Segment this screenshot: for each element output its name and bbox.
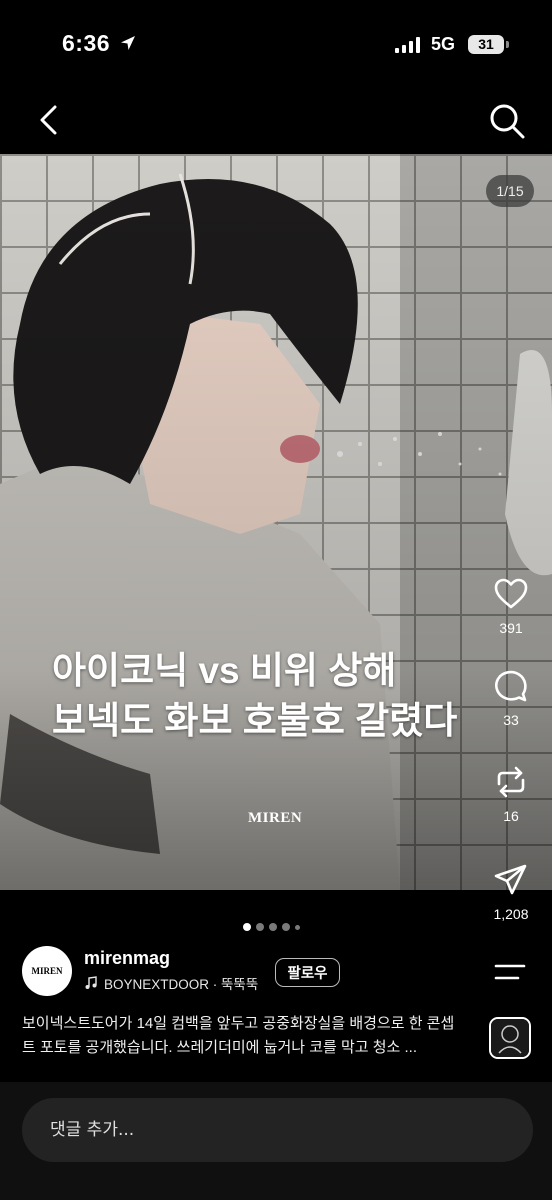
music-note-icon <box>85 976 97 989</box>
comment-button[interactable]: 33 <box>488 668 534 728</box>
post-headline: 아이코닉 vs 비위 상해 보넥도 화보 호불호 갈렸다 <box>52 646 457 746</box>
follow-button[interactable]: 팔로우 <box>275 958 340 987</box>
photo-scene <box>0 154 552 890</box>
like-button[interactable]: 391 <box>488 576 534 636</box>
location-arrow-icon <box>121 36 135 50</box>
comment-count: 33 <box>503 712 519 728</box>
music-title: BOYNEXTDOOR · 뚝뚝뚝 <box>104 977 259 992</box>
headline-line-2: 보넥도 화보 호불호 갈렸다 <box>52 700 458 741</box>
battery-tip <box>506 41 509 48</box>
comment-bubble-icon <box>495 670 527 702</box>
author-username[interactable]: mirenmag <box>84 948 170 969</box>
carousel-dot <box>269 923 277 931</box>
repost-button[interactable]: 16 <box>488 764 534 824</box>
cellular-signal-icon <box>395 37 420 53</box>
post-photo[interactable] <box>0 154 552 890</box>
more-menu-icon[interactable] <box>494 963 526 983</box>
photo-watermark: MIREN <box>248 810 303 826</box>
carousel-dot <box>256 923 264 931</box>
music-attribution[interactable]: BOYNEXTDOOR · 뚝뚝뚝 <box>84 973 258 993</box>
image-counter-badge: 1/15 <box>486 175 534 207</box>
like-count: 391 <box>499 620 523 636</box>
carousel-dot <box>243 923 251 931</box>
search-icon <box>490 104 525 139</box>
share-button[interactable]: 1,208 <box>488 862 534 922</box>
chevron-left-icon <box>40 105 57 135</box>
author-avatar[interactable]: MIREN <box>22 946 72 996</box>
battery-indicator: 31 <box>468 35 504 54</box>
carousel-dot <box>282 923 290 931</box>
repost-count: 16 <box>503 808 519 824</box>
post-caption[interactable]: 보이넥스트도어가 14일 컴백을 앞두고 공중화장실을 배경으로 한 콘셉트 포… <box>22 1012 464 1060</box>
back-button[interactable] <box>30 100 70 140</box>
network-type: 5G <box>431 34 456 54</box>
carousel-dot <box>295 924 300 930</box>
audio-cover-icon <box>491 1019 529 1057</box>
status-time: 6:36 <box>62 30 111 56</box>
heart-icon <box>494 578 528 609</box>
comment-input[interactable] <box>22 1098 533 1162</box>
repost-icon <box>497 766 525 798</box>
send-icon <box>494 864 527 895</box>
status-bar: 6:36 5G 31 <box>0 0 552 90</box>
audio-thumbnail[interactable] <box>489 1017 531 1059</box>
share-count: 1,208 <box>493 906 529 922</box>
headline-line-1: 아이코닉 vs 비위 상해 <box>52 650 397 691</box>
search-button[interactable] <box>486 100 528 142</box>
carousel-dots <box>243 923 300 931</box>
